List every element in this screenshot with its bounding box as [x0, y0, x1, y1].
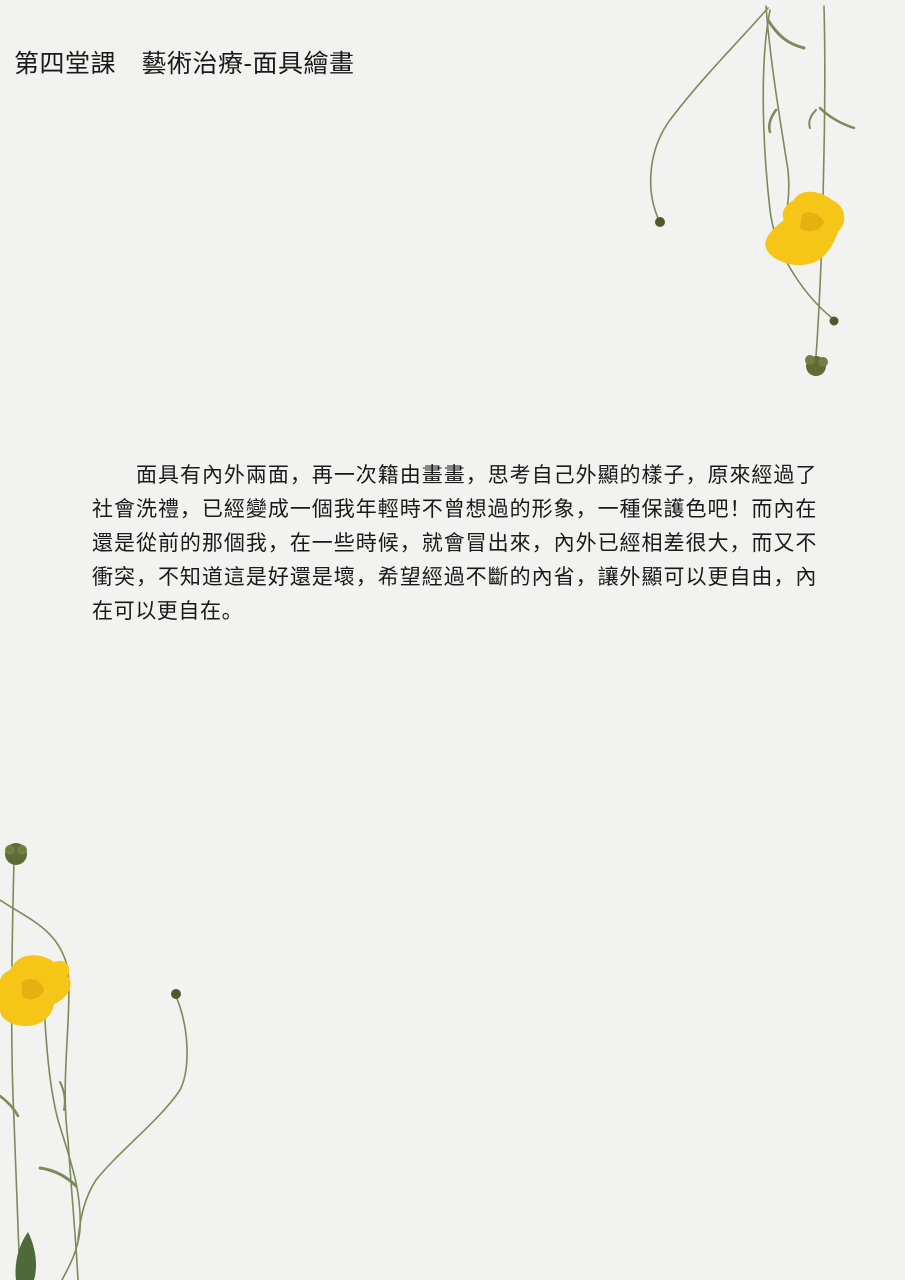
pressed-flower-top-icon [649, 5, 856, 376]
pressed-flower-bottom-icon [0, 843, 188, 1280]
body-paragraph: 面具有內外兩面，再一次籍由畫畫，思考自己外顯的樣子，原來經過了社會洗禮，已經變成… [92, 463, 817, 623]
page-title: 第四堂課 藝術治療-面具繪畫 [14, 49, 355, 78]
